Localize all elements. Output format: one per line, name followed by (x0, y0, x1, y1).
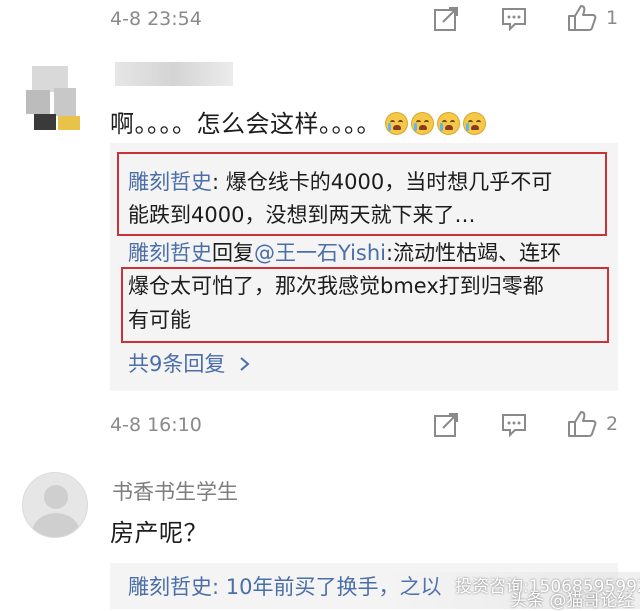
username-blurred[interactable] (115, 62, 233, 86)
watermark-text: 头条 @猫哥论经 (510, 591, 635, 611)
crying-emoji-icon (463, 112, 486, 135)
comment-icon[interactable] (501, 7, 527, 31)
comment-icon[interactable] (501, 413, 527, 437)
comment-time: 4-8 23:54 (110, 8, 202, 30)
thumbs-up-icon[interactable] (567, 4, 597, 32)
highlight-box (117, 152, 607, 236)
reply-text: :流动性枯竭、连环 (386, 241, 562, 265)
comment-text: 房产呢？ (110, 519, 208, 547)
share-icon[interactable] (433, 412, 461, 438)
chevron-right-icon (240, 357, 250, 371)
reply-username[interactable]: 雕刻哲史 (128, 241, 212, 265)
reply-mention[interactable]: @王一石Yishi (254, 241, 386, 265)
comment-body: 啊。。。。怎么会这样。。。。 (110, 110, 381, 138)
crying-emoji-icon (411, 112, 434, 135)
more-replies-label: 共9条回复 (128, 352, 226, 376)
avatar[interactable] (22, 62, 88, 132)
crying-emoji-icon (385, 112, 408, 135)
avatar[interactable] (22, 472, 88, 538)
highlight-box (121, 267, 609, 343)
comment-username[interactable]: 书香书生学生 (112, 476, 238, 506)
comment-text: 啊。。。。怎么会这样。。。。 (110, 104, 489, 139)
like-count: 1 (606, 7, 619, 29)
share-icon[interactable] (433, 6, 461, 32)
thumbs-up-icon[interactable] (567, 410, 597, 438)
reply-word: 回复 (212, 241, 254, 265)
like-count: 2 (606, 413, 619, 435)
comment-time: 4-8 16:10 (110, 414, 202, 436)
crying-emoji-icon (437, 112, 460, 135)
more-replies-link[interactable]: 共9条回复 (128, 348, 252, 378)
reply-line: 雕刻哲史回复@王一石Yishi:流动性枯竭、连环 (128, 236, 561, 271)
